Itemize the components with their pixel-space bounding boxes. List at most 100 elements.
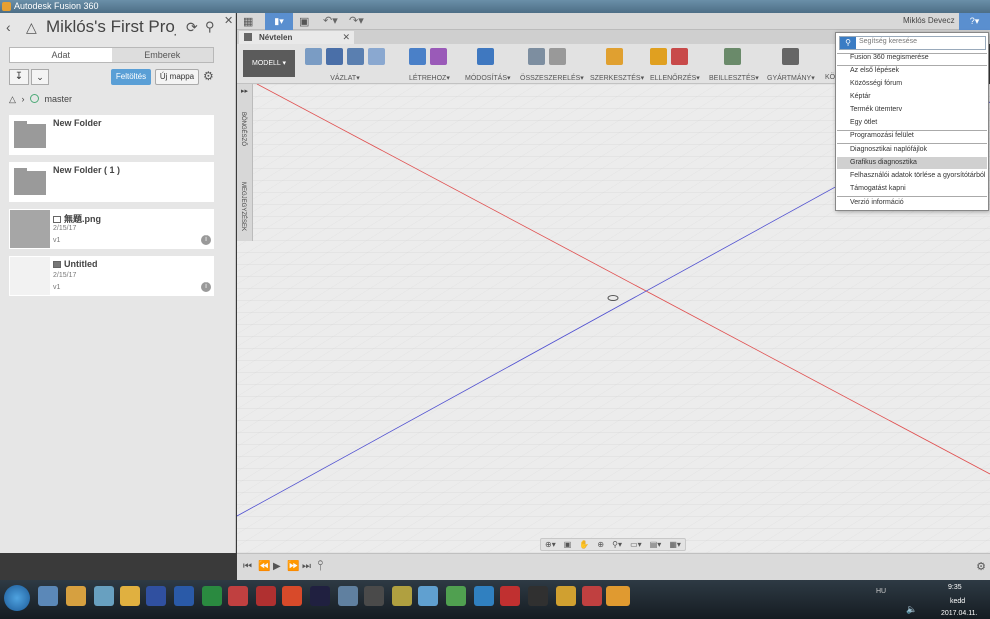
info-icon[interactable]: i [201, 282, 211, 292]
redo-icon[interactable]: ↷▾ [349, 14, 364, 27]
taskbar-browser-icon[interactable] [38, 586, 58, 606]
zebra-analysis-icon[interactable] [671, 48, 688, 65]
sort-dropdown-chevron-icon[interactable]: ⌄ [31, 69, 49, 85]
browser-panel-collapsed[interactable]: ▸▸ BÖNGÉSZŐ MEGJEGYZÉSEK [237, 84, 253, 241]
construct-plane-icon[interactable] [606, 48, 623, 65]
user-account-menu[interactable]: Miklós Devecz [903, 16, 955, 25]
grid-settings-icon[interactable]: ▤▾ [650, 540, 662, 549]
viewports-icon[interactable]: ▦▾ [669, 540, 681, 549]
taskbar-app4-icon[interactable] [418, 586, 438, 606]
menu-item-api[interactable]: Programozási felület [837, 130, 987, 142]
taskbar-acrobat-icon[interactable] [500, 586, 520, 606]
timeline-settings-gear-icon[interactable]: ⚙ [976, 560, 986, 573]
taskbar-app2-icon[interactable] [364, 586, 384, 606]
list-item[interactable]: Untitled 2/15/17 v1 i [9, 256, 214, 296]
gear-icon[interactable]: ⚙ [203, 69, 214, 83]
menu-item-product-roadmap[interactable]: Termék ütemterv [837, 104, 987, 116]
assemble-group[interactable]: ÖSSZESZERELÉS▾ [520, 48, 584, 82]
sort-button[interactable]: ↧ [9, 69, 29, 85]
menu-item-idea[interactable]: Egy ötlet [837, 117, 987, 129]
menu-item-diagnostic-logs[interactable]: Diagnosztikai naplófájlok [837, 144, 987, 156]
insert-image-icon[interactable] [724, 48, 741, 65]
language-indicator[interactable]: HU [876, 588, 886, 595]
list-item[interactable]: New Folder ( 1 ) [9, 162, 214, 202]
construct-group[interactable]: SZERKESZTÉS▾ [590, 48, 644, 82]
make-group[interactable]: GYÁRTMÁNY▾ [767, 48, 815, 82]
upload-button[interactable]: Feltöltés [111, 69, 151, 85]
new-folder-button[interactable]: Új mappa [155, 69, 199, 85]
menu-item-support[interactable]: Támogatást kapni [837, 183, 987, 195]
extrude-icon[interactable] [409, 48, 426, 65]
close-tab-icon[interactable]: ✕ [342, 31, 350, 44]
list-item[interactable]: 無題.png 2/15/17 v1 i [9, 209, 214, 249]
taskbar-app7-icon[interactable] [528, 586, 548, 606]
taskbar-excel-icon[interactable] [202, 586, 222, 606]
browser-label[interactable]: BÖNGÉSZŐ [240, 112, 246, 146]
new-component-icon[interactable] [528, 48, 545, 65]
sketch-rectangle-icon[interactable] [347, 48, 364, 65]
zoom-icon[interactable]: ⊕ [597, 540, 604, 549]
timeline-prev-icon[interactable]: ⏪ [258, 561, 270, 572]
back-arrow-icon[interactable]: ‹ [6, 19, 20, 35]
sketch-group[interactable]: VÁZLAT▾ [305, 48, 385, 82]
info-icon[interactable]: i [201, 235, 211, 245]
expand-arrow-icon[interactable]: ▸▸ [241, 87, 248, 95]
workspace-switcher[interactable]: MODELL ▾ [243, 50, 295, 77]
modify-group[interactable]: MÓDOSÍTÁS▾ [465, 48, 511, 82]
undo-icon[interactable]: ↶▾ [323, 14, 338, 27]
taskbar-media-icon[interactable] [120, 586, 140, 606]
taskbar-app6-icon[interactable] [474, 586, 494, 606]
comments-label[interactable]: MEGJEGYZÉSEK [240, 182, 246, 231]
menu-item-getting-started[interactable]: Az első lépések [837, 65, 987, 77]
save-icon[interactable]: ▣ [299, 15, 309, 28]
start-button-icon[interactable] [4, 585, 30, 611]
menu-item-gallery[interactable]: Képtár [837, 91, 987, 103]
sketch-arc-icon[interactable] [326, 48, 343, 65]
timeline-next-icon[interactable]: ⏩ [287, 561, 299, 572]
clock-date[interactable]: 2017.04.11. [941, 610, 977, 617]
add-ins-group[interactable]: KÖ [825, 48, 835, 82]
help-search-input[interactable]: ⚲ Segítség keresése [839, 36, 986, 50]
sketch-line-icon[interactable] [368, 48, 385, 65]
taskbar-word-icon[interactable] [174, 586, 194, 606]
insert-group[interactable]: BEILLESZTÉS▾ [709, 48, 759, 82]
file-menu-button[interactable]: ▮▾ [265, 13, 293, 30]
menu-item-graphics-diagnostics[interactable]: Grafikus diagnosztika [837, 157, 987, 169]
list-item[interactable]: New Folder [9, 115, 214, 155]
close-panel-icon[interactable]: ✕ [224, 14, 233, 27]
display-settings-icon[interactable]: ▭▾ [630, 540, 642, 549]
taskbar-app3-icon[interactable] [392, 586, 412, 606]
timeline-start-icon[interactable]: ⏮ [243, 561, 252, 572]
timeline-end-icon[interactable]: ⏭ [302, 561, 311, 572]
refresh-icon[interactable]: ⟳ [186, 19, 198, 36]
help-menu-button[interactable]: ?▾ [959, 13, 990, 30]
taskbar-fusion-icon[interactable] [606, 586, 630, 606]
tab-people[interactable]: Emberek [112, 48, 214, 62]
create-group[interactable]: LÉTREHOZ▾ [409, 48, 450, 82]
volume-icon[interactable]: 🔈 [906, 604, 917, 615]
joint-icon[interactable] [549, 48, 566, 65]
menu-item-learn-fusion[interactable]: Fusion 360 megismerése [837, 52, 987, 64]
taskbar-app5-icon[interactable] [446, 586, 466, 606]
taskbar-pdf2-icon[interactable] [256, 586, 276, 606]
timeline-play-icon[interactable]: ▶ [273, 561, 281, 572]
taskbar-device-icon[interactable] [310, 586, 330, 606]
pan-icon[interactable]: ✋ [579, 540, 589, 549]
look-at-icon[interactable]: ▣ [564, 540, 572, 549]
taskbar-app8-icon[interactable] [556, 586, 576, 606]
fit-icon[interactable]: ⚲▾ [612, 540, 622, 549]
branch-breadcrumb[interactable]: △ › master [9, 94, 75, 108]
form-icon[interactable] [430, 48, 447, 65]
press-pull-icon[interactable] [477, 48, 494, 65]
orbit-icon[interactable]: ⊕▾ [545, 540, 556, 549]
taskbar-app-icon[interactable] [94, 586, 114, 606]
clock-day[interactable]: kedd [950, 598, 965, 605]
tab-data[interactable]: Adat [10, 48, 112, 62]
timeline-marker-icon[interactable]: ⫯ [317, 557, 323, 574]
menu-item-clear-cache[interactable]: Felhasználói adatok törlése a gyorsítótá… [837, 170, 987, 182]
menu-item-version-info[interactable]: Verzió információ [837, 197, 987, 209]
help-search-placeholder[interactable]: Segítség keresése [859, 38, 917, 45]
taskbar-pdf-icon[interactable] [228, 586, 248, 606]
taskbar-app9-icon[interactable] [582, 586, 602, 606]
sketch-create-icon[interactable] [305, 48, 322, 65]
